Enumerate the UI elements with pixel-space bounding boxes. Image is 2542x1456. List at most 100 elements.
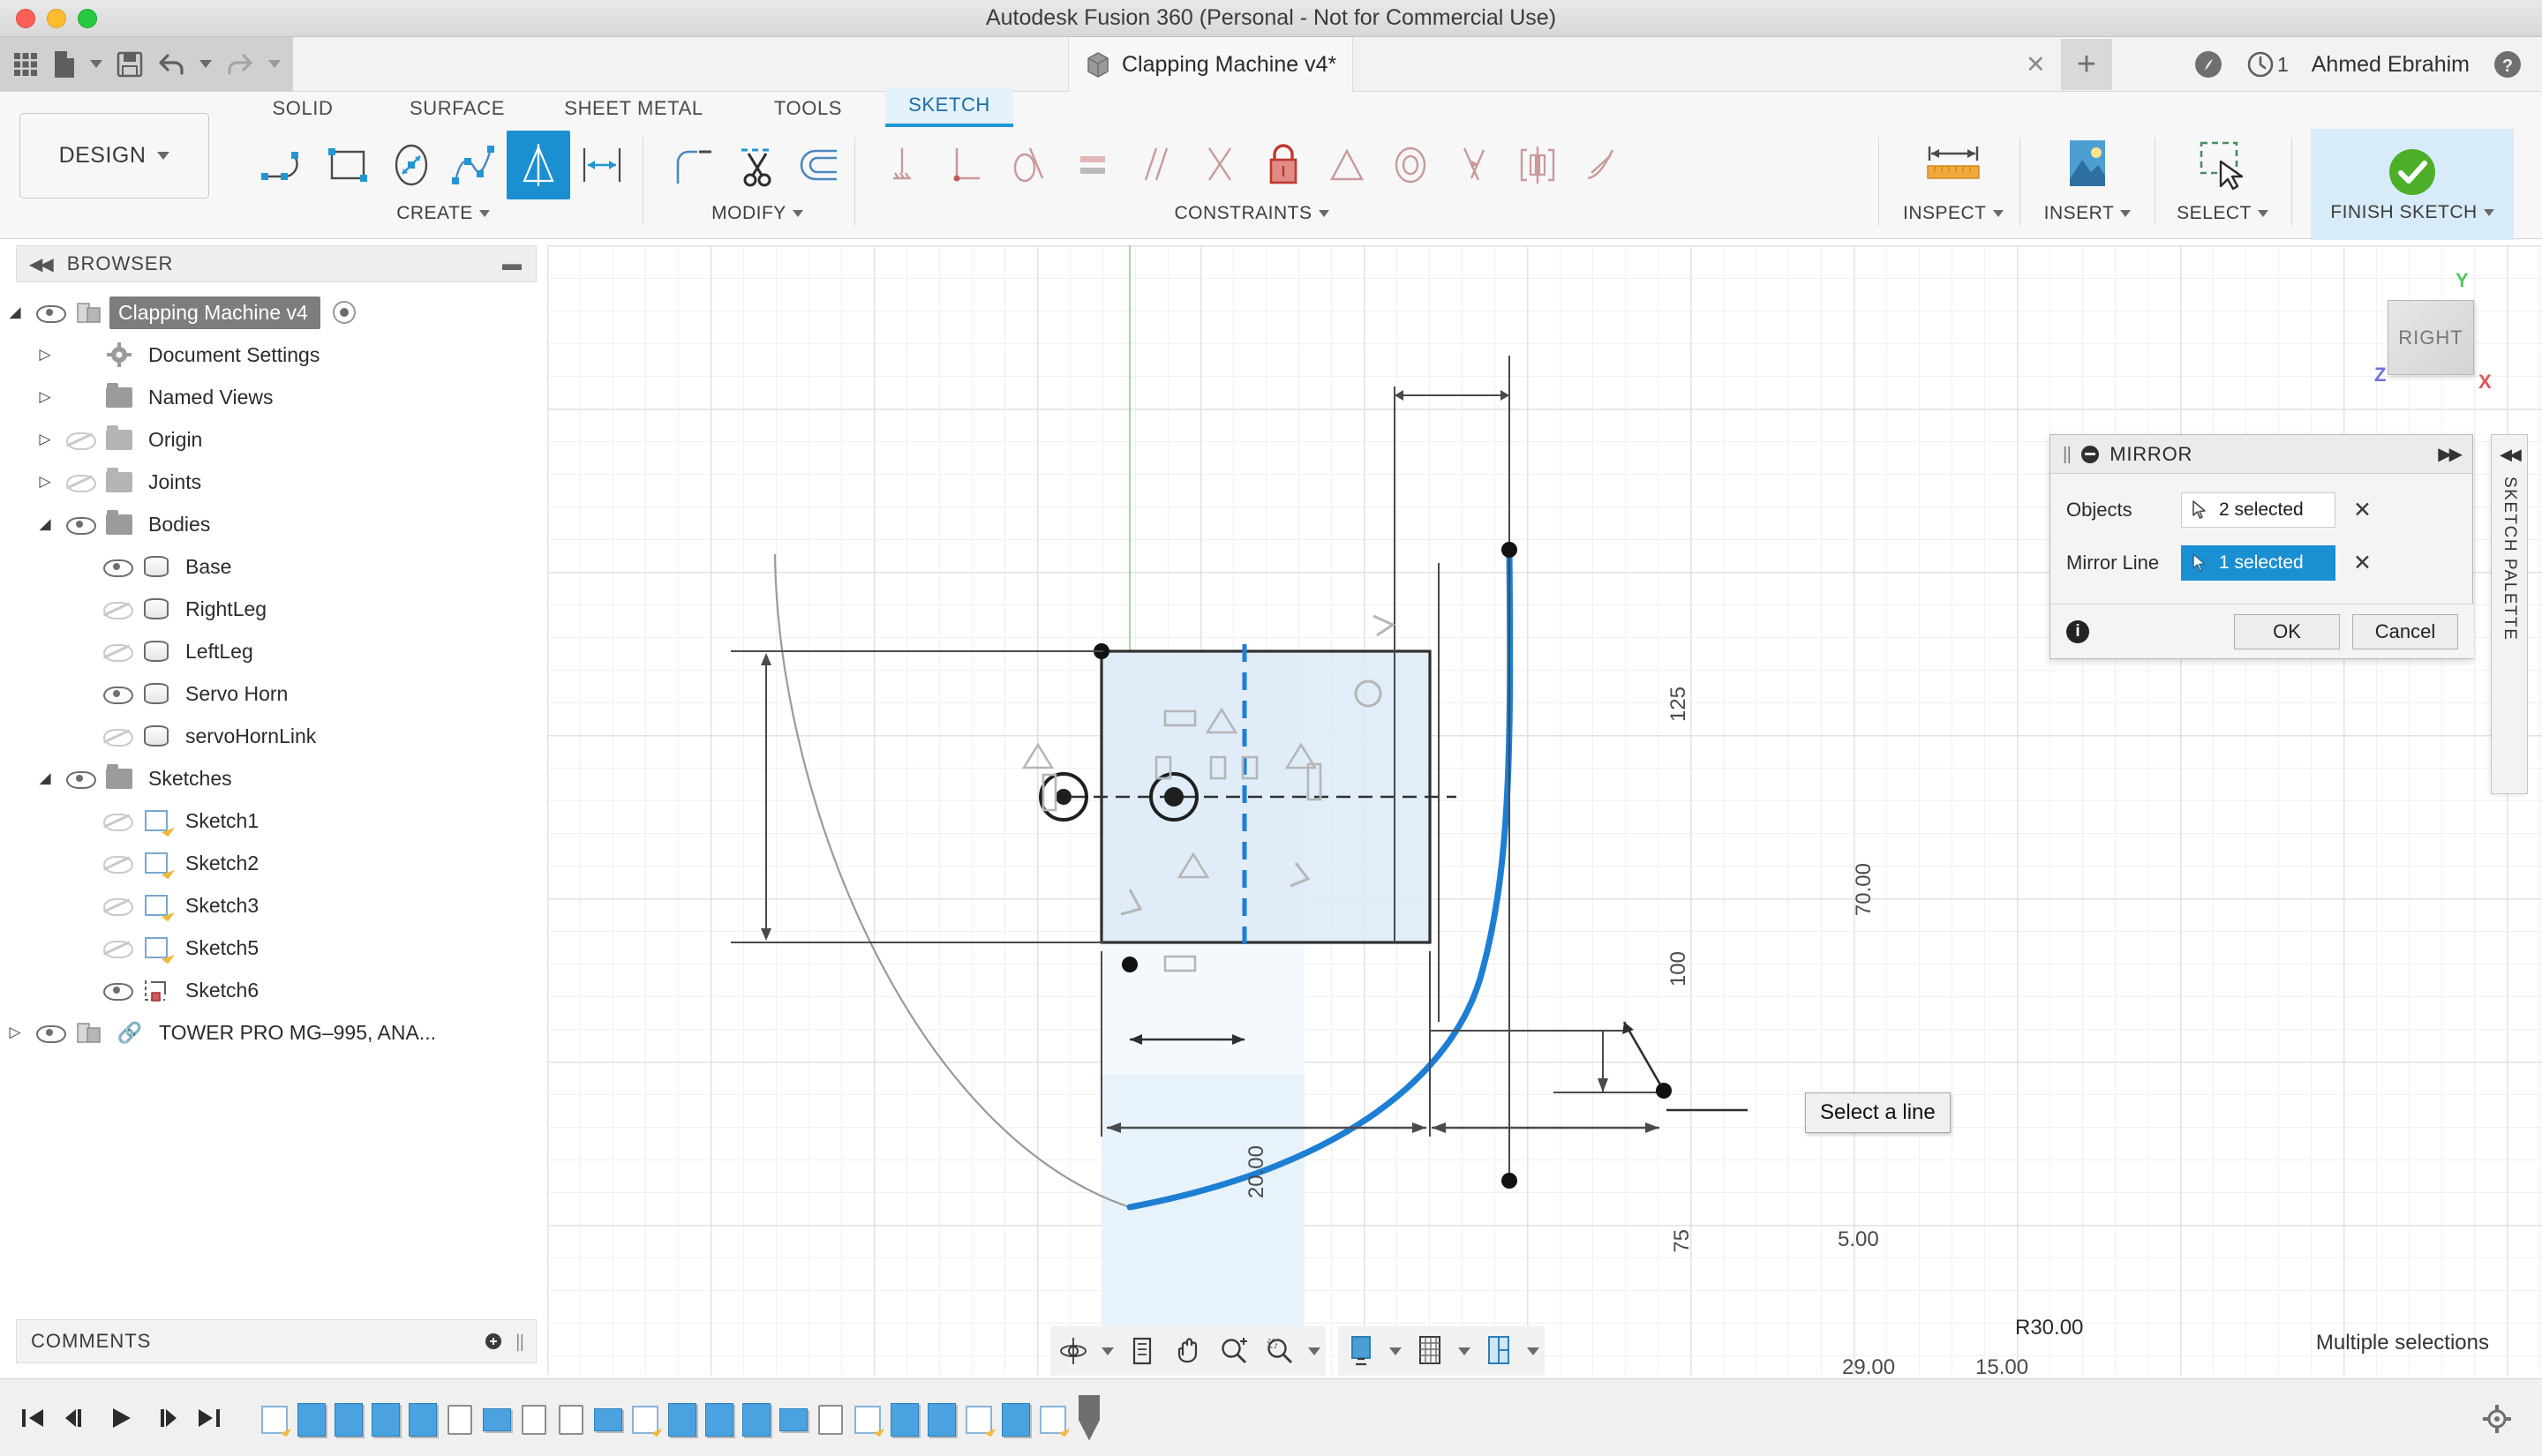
line-icon[interactable] <box>252 131 316 199</box>
extension-icon[interactable] <box>2193 49 2223 79</box>
timeline-item-sketch[interactable] <box>258 1399 291 1441</box>
grid-dropdown-caret[interactable] <box>1453 1326 1476 1376</box>
user-account-name[interactable]: Ahmed Ebrahim <box>2312 52 2470 78</box>
fix-unfix-icon[interactable] <box>1252 131 1315 199</box>
look-at-icon[interactable] <box>1119 1326 1165 1376</box>
ok-button[interactable]: OK <box>2234 613 2340 649</box>
timeline-item-extrude[interactable] <box>703 1399 736 1441</box>
pan-icon[interactable] <box>1165 1326 1211 1376</box>
redo-icon[interactable] <box>226 52 254 77</box>
expand-arrow-icon[interactable]: ◢ <box>30 769 60 787</box>
tangent-icon[interactable] <box>997 131 1061 199</box>
dim-125[interactable]: 125 <box>1666 687 1691 722</box>
minimize-dialog-icon[interactable] <box>2081 445 2100 463</box>
trim-icon[interactable] <box>726 131 789 199</box>
tree-item-sketch5[interactable]: Sketch5 <box>0 927 547 969</box>
timeline-item-extrude[interactable] <box>369 1399 402 1441</box>
timeline-item-extrude[interactable] <box>666 1399 699 1441</box>
app-grid-icon[interactable] <box>12 51 39 78</box>
tree-item-clapping-machine[interactable]: ◢ Clapping Machine v4 <box>0 291 547 334</box>
tab-solid[interactable]: SOLID <box>228 92 378 127</box>
collinear-icon[interactable] <box>1442 131 1506 199</box>
go-to-end-icon[interactable] <box>196 1405 222 1431</box>
mirror-line-selection-field[interactable]: 1 selected <box>2181 545 2335 581</box>
measure-icon[interactable] <box>1905 131 2002 199</box>
workspace-switcher[interactable]: DESIGN <box>19 113 209 199</box>
comments-grip-icon[interactable]: ∣| <box>514 1331 524 1353</box>
curvature-icon[interactable] <box>1569 131 1633 199</box>
visibility-eye-icon[interactable] <box>60 431 99 450</box>
tree-item-document-settings[interactable]: ▷ Document Settings <box>0 334 547 376</box>
orbit-icon[interactable] <box>1050 1326 1096 1376</box>
tree-item-sketch6[interactable]: Sketch6 <box>0 969 547 1011</box>
timeline-item-extrude[interactable] <box>999 1399 1033 1441</box>
tree-item-named-views[interactable]: ▷ Named Views <box>0 376 547 418</box>
tree-item-servo-horn[interactable]: Servo Horn <box>0 672 547 715</box>
mirror-icon[interactable] <box>507 131 570 199</box>
visibility-eye-icon[interactable] <box>97 981 136 1001</box>
mirror-dialog-titlebar[interactable]: |∣ MIRROR ▶▶ <box>2050 435 2472 474</box>
horizontal-vertical-icon[interactable] <box>1188 131 1252 199</box>
visibility-eye-icon[interactable] <box>97 600 136 619</box>
insert-image-icon[interactable] <box>2039 131 2136 199</box>
timeline-item-sketch[interactable] <box>1036 1399 1070 1441</box>
timeline-end-marker[interactable] <box>1079 1394 1100 1441</box>
timeline-item-extrude[interactable] <box>332 1399 365 1441</box>
step-back-icon[interactable] <box>64 1405 90 1431</box>
midpoint-icon[interactable] <box>1315 131 1379 199</box>
play-icon[interactable] <box>108 1405 134 1431</box>
visibility-eye-icon[interactable] <box>30 304 69 323</box>
timeline-item-revolve[interactable] <box>517 1399 551 1441</box>
tree-item-tower-pro[interactable]: ▷ 🔗 TOWER PRO MG–995, ANA... <box>0 1011 547 1054</box>
display-settings-icon[interactable] <box>1338 1326 1384 1376</box>
undo-icon[interactable] <box>157 52 185 77</box>
zoom-dropdown-caret[interactable] <box>1303 1326 1326 1376</box>
display-dropdown-caret[interactable] <box>1384 1326 1407 1376</box>
comments-panel[interactable]: COMMENTS ∣| <box>16 1319 537 1363</box>
dim-75[interactable]: 75 <box>1670 1229 1695 1253</box>
step-forward-icon[interactable] <box>152 1405 178 1431</box>
dim-20[interactable]: 20.00 <box>1245 1145 1269 1198</box>
tree-item-bodies[interactable]: ◢ Bodies <box>0 503 547 545</box>
info-icon[interactable]: i <box>2066 619 2089 643</box>
expand-arrow-icon[interactable]: ▷ <box>30 431 60 448</box>
sketch-palette-tab[interactable]: ◀◀ SKETCH PALETTE <box>2491 434 2528 794</box>
view-cube[interactable]: RIGHT <box>2388 300 2474 375</box>
visibility-eye-icon[interactable] <box>60 473 99 492</box>
expand-arrow-icon[interactable]: ▷ <box>0 1024 30 1041</box>
browser-collapse-icon[interactable]: ◀◀ <box>29 253 54 275</box>
zoom-icon[interactable] <box>1211 1326 1257 1376</box>
timeline-item-extrude[interactable] <box>888 1399 921 1441</box>
timeline-item-combine[interactable] <box>740 1399 773 1441</box>
document-tab[interactable]: Clapping Machine v4* <box>1068 37 1354 92</box>
orbit-dropdown-caret[interactable] <box>1096 1326 1119 1376</box>
browser-options-icon[interactable]: ▬ <box>502 252 522 275</box>
tree-item-joints[interactable]: ▷ Joints <box>0 461 547 503</box>
expand-arrow-icon[interactable]: ◢ <box>0 304 30 321</box>
select-window-icon[interactable] <box>2174 131 2271 199</box>
tree-item-sketch3[interactable]: Sketch3 <box>0 884 547 927</box>
close-tab-icon[interactable]: ✕ <box>2026 51 2046 79</box>
expand-arrow-icon[interactable]: ▷ <box>30 346 60 364</box>
viewports-dropdown-caret[interactable] <box>1522 1326 1545 1376</box>
coincident-icon[interactable] <box>870 131 934 199</box>
timeline-item-revolve[interactable] <box>554 1399 588 1441</box>
tab-surface[interactable]: SURFACE <box>378 92 537 127</box>
timeline-item-extrude[interactable] <box>925 1399 959 1441</box>
dim-5[interactable]: 5.00 <box>1838 1227 1879 1252</box>
visibility-eye-icon[interactable] <box>97 558 136 577</box>
redo-dropdown-caret[interactable] <box>268 60 281 68</box>
tree-item-leftleg[interactable]: LeftLeg <box>0 630 547 672</box>
timeline-item-sketch[interactable] <box>851 1399 884 1441</box>
dialog-grip-icon[interactable]: |∣ <box>2063 443 2073 465</box>
offset-icon[interactable] <box>789 131 853 199</box>
visibility-eye-icon[interactable] <box>60 515 99 535</box>
tree-item-sketch1[interactable]: Sketch1 <box>0 799 547 842</box>
clear-mirror-line-icon[interactable]: ✕ <box>2353 550 2372 576</box>
component-activate-radio[interactable] <box>331 299 357 326</box>
visibility-eye-icon[interactable] <box>60 769 99 789</box>
objects-selection-field[interactable]: 2 selected <box>2181 492 2335 528</box>
rectangle-icon[interactable] <box>316 131 380 199</box>
job-status-icon[interactable]: 1 <box>2246 50 2289 79</box>
visibility-eye-icon[interactable] <box>97 685 136 704</box>
